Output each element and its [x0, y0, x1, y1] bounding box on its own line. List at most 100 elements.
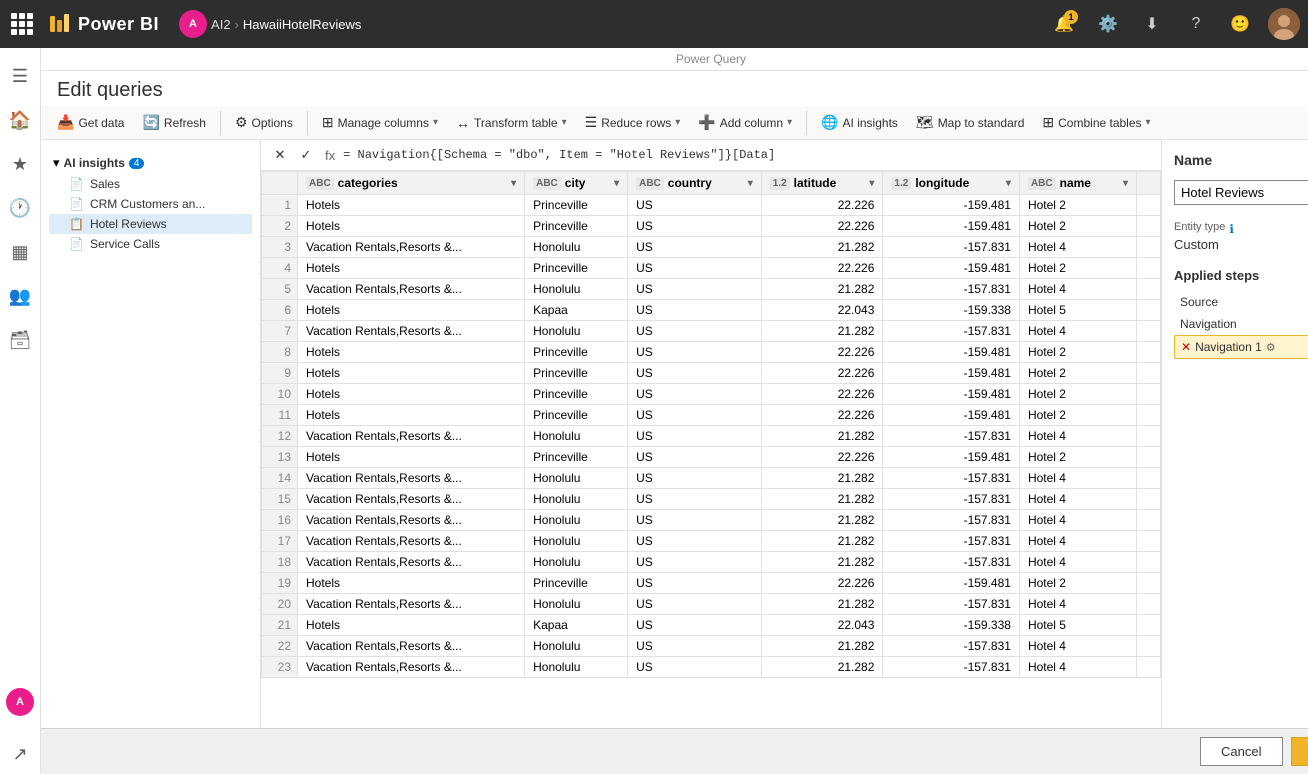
options-button[interactable]: ⚙ Options — [227, 110, 301, 135]
manage-columns-button[interactable]: ⊞ Manage columns ▾ — [314, 110, 446, 135]
table-row[interactable]: 3 Vacation Rentals,Resorts &... Honolulu… — [262, 237, 1161, 258]
transform-table-button[interactable]: ↔ Transform table ▾ — [448, 111, 575, 135]
cell-latitude: 21.282 — [761, 321, 883, 342]
done-button[interactable]: Done — [1291, 737, 1308, 766]
table-row[interactable]: 14 Vacation Rentals,Resorts &... Honolul… — [262, 468, 1161, 489]
cell-categories: Vacation Rentals,Resorts &... — [298, 657, 525, 678]
query-item-service-calls[interactable]: 📄 Service Calls — [49, 234, 252, 254]
col-filter-longitude[interactable]: ▾ — [1006, 178, 1011, 189]
user-avatar[interactable] — [1268, 8, 1300, 40]
table-row[interactable]: 7 Vacation Rentals,Resorts &... Honolulu… — [262, 321, 1161, 342]
get-data-button[interactable]: 📥 Get data — [49, 110, 132, 135]
queries-group-header[interactable]: ▾ AI insights 4 — [49, 152, 252, 174]
table-row[interactable]: 16 Vacation Rentals,Resorts &... Honolul… — [262, 510, 1161, 531]
col-filter-latitude[interactable]: ▾ — [869, 178, 874, 189]
table-row[interactable]: 13 Hotels Princeville US 22.226 -159.481… — [262, 447, 1161, 468]
cancel-button[interactable]: Cancel — [1200, 737, 1282, 766]
step-navigation[interactable]: Navigation — [1174, 313, 1308, 335]
formula-input[interactable] — [343, 148, 1153, 162]
sidebar-external[interactable]: ↗ — [0, 734, 40, 774]
col-filter-categories[interactable]: ▾ — [511, 178, 516, 189]
toolbar-separator-3 — [806, 111, 807, 135]
table-row[interactable]: 6 Hotels Kapaa US 22.043 -159.338 Hotel … — [262, 300, 1161, 321]
table-row[interactable]: 5 Vacation Rentals,Resorts &... Honolulu… — [262, 279, 1161, 300]
step-navigation-1-gear[interactable]: ⚙ — [1266, 341, 1276, 354]
table-row[interactable]: 9 Hotels Princeville US 22.226 -159.481 … — [262, 363, 1161, 384]
table-row[interactable]: 2 Hotels Princeville US 22.226 -159.481 … — [262, 216, 1161, 237]
query-item-crm[interactable]: 📄 CRM Customers an... — [49, 194, 252, 214]
table-row[interactable]: 23 Vacation Rentals,Resorts &... Honolul… — [262, 657, 1161, 678]
workspace-name[interactable]: AI2 — [211, 17, 231, 32]
project-name[interactable]: HawaiiHotelReviews — [243, 17, 362, 32]
table-row[interactable]: 1 Hotels Princeville US 22.226 -159.481 … — [262, 195, 1161, 216]
table-row[interactable]: 18 Vacation Rentals,Resorts &... Honolul… — [262, 552, 1161, 573]
table-row[interactable]: 10 Hotels Princeville US 22.226 -159.481… — [262, 384, 1161, 405]
entity-type-header: Entity type ℹ — [1174, 221, 1308, 237]
cell-latitude: 22.226 — [761, 216, 883, 237]
cell-country: US — [628, 531, 762, 552]
table-row[interactable]: 15 Vacation Rentals,Resorts &... Honolul… — [262, 489, 1161, 510]
ai-insights-button[interactable]: 🌐 AI insights — [813, 110, 906, 135]
table-row[interactable]: 12 Vacation Rentals,Resorts &... Honolul… — [262, 426, 1161, 447]
row-number: 13 — [262, 447, 298, 468]
col-header-latitude[interactable]: 1.2 latitude ▾ — [761, 172, 883, 195]
step-navigation-1-delete[interactable]: ✕ — [1181, 340, 1191, 354]
table-row[interactable]: 20 Vacation Rentals,Resorts &... Honolul… — [262, 594, 1161, 615]
col-filter-name[interactable]: ▾ — [1123, 178, 1128, 189]
cell-categories: Vacation Rentals,Resorts &... — [298, 321, 525, 342]
cell-latitude: 21.282 — [761, 426, 883, 447]
name-input[interactable] — [1174, 180, 1308, 205]
sidebar-data[interactable]: 🗃 — [0, 320, 40, 360]
table-row[interactable]: 19 Hotels Princeville US 22.226 -159.481… — [262, 573, 1161, 594]
refresh-button[interactable]: 🔄 Refresh — [134, 110, 213, 135]
notification-button[interactable]: 🔔 1 — [1048, 8, 1080, 40]
help-button[interactable]: ? — [1180, 8, 1212, 40]
step-navigation-1[interactable]: ✕ Navigation 1 ⚙ — [1174, 335, 1308, 359]
crm-icon: 📄 — [69, 197, 84, 211]
col-type-categories: ABC — [306, 177, 334, 190]
formula-confirm-icon[interactable]: ✓ — [295, 144, 317, 166]
table-row[interactable]: 21 Hotels Kapaa US 22.043 -159.338 Hotel… — [262, 615, 1161, 636]
sidebar-people[interactable]: 👥 — [0, 276, 40, 316]
cell-latitude: 22.226 — [761, 447, 883, 468]
table-row[interactable]: 11 Hotels Princeville US 22.226 -159.481… — [262, 405, 1161, 426]
sidebar-report[interactable]: 🏠 — [0, 100, 40, 140]
map-to-standard-button[interactable]: 🗺 Map to standard — [908, 110, 1033, 135]
settings-button[interactable]: ⚙️ — [1092, 8, 1124, 40]
table-row[interactable]: 22 Vacation Rentals,Resorts &... Honolul… — [262, 636, 1161, 657]
sidebar-bookmark[interactable]: ★ — [0, 144, 40, 184]
col-header-categories[interactable]: ABC categories ▾ — [298, 172, 525, 195]
table-row[interactable]: 17 Vacation Rentals,Resorts &... Honolul… — [262, 531, 1161, 552]
download-button[interactable]: ⬇ — [1136, 8, 1168, 40]
col-filter-country[interactable]: ▾ — [748, 178, 753, 189]
table-row[interactable]: 8 Hotels Princeville US 22.226 -159.481 … — [262, 342, 1161, 363]
table-row[interactable]: 4 Hotels Princeville US 22.226 -159.481 … — [262, 258, 1161, 279]
col-header-country[interactable]: ABC country ▾ — [628, 172, 762, 195]
feedback-button[interactable]: 🙂 — [1224, 8, 1256, 40]
grid-menu-button[interactable] — [8, 10, 36, 38]
combine-tables-button[interactable]: ⊞ Combine tables ▾ — [1034, 110, 1158, 135]
step-source[interactable]: Source — [1174, 291, 1308, 313]
formula-cancel-icon[interactable]: ✕ — [269, 144, 291, 166]
entity-type-info-icon[interactable]: ℹ — [1229, 222, 1234, 236]
table-container[interactable]: ABC categories ▾ ABC city ▾ — [261, 171, 1161, 728]
cell-extra — [1137, 363, 1161, 384]
query-item-hotel-reviews[interactable]: 📋 Hotel Reviews — [49, 214, 252, 234]
reduce-rows-button[interactable]: ☰ Reduce rows ▾ — [577, 110, 689, 135]
col-header-longitude[interactable]: 1.2 longitude ▾ — [883, 172, 1020, 195]
cell-country: US — [628, 384, 762, 405]
col-header-city[interactable]: ABC city ▾ — [525, 172, 628, 195]
cell-categories: Vacation Rentals,Resorts &... — [298, 552, 525, 573]
row-number: 12 — [262, 426, 298, 447]
sidebar-dashboard[interactable]: ▦ — [0, 232, 40, 272]
add-column-button[interactable]: ➕ Add column ▾ — [690, 110, 800, 135]
cell-longitude: -159.338 — [883, 300, 1020, 321]
sidebar-clock[interactable]: 🕐 — [0, 188, 40, 228]
col-filter-city[interactable]: ▾ — [614, 178, 619, 189]
sidebar-user-active[interactable]: A — [0, 682, 40, 722]
col-header-name[interactable]: ABC name ▾ — [1019, 172, 1136, 195]
query-item-sales[interactable]: 📄 Sales — [49, 174, 252, 194]
power-query-header: Power Query — [41, 48, 1308, 71]
cell-country: US — [628, 468, 762, 489]
sidebar-home[interactable]: ☰ — [0, 56, 40, 96]
